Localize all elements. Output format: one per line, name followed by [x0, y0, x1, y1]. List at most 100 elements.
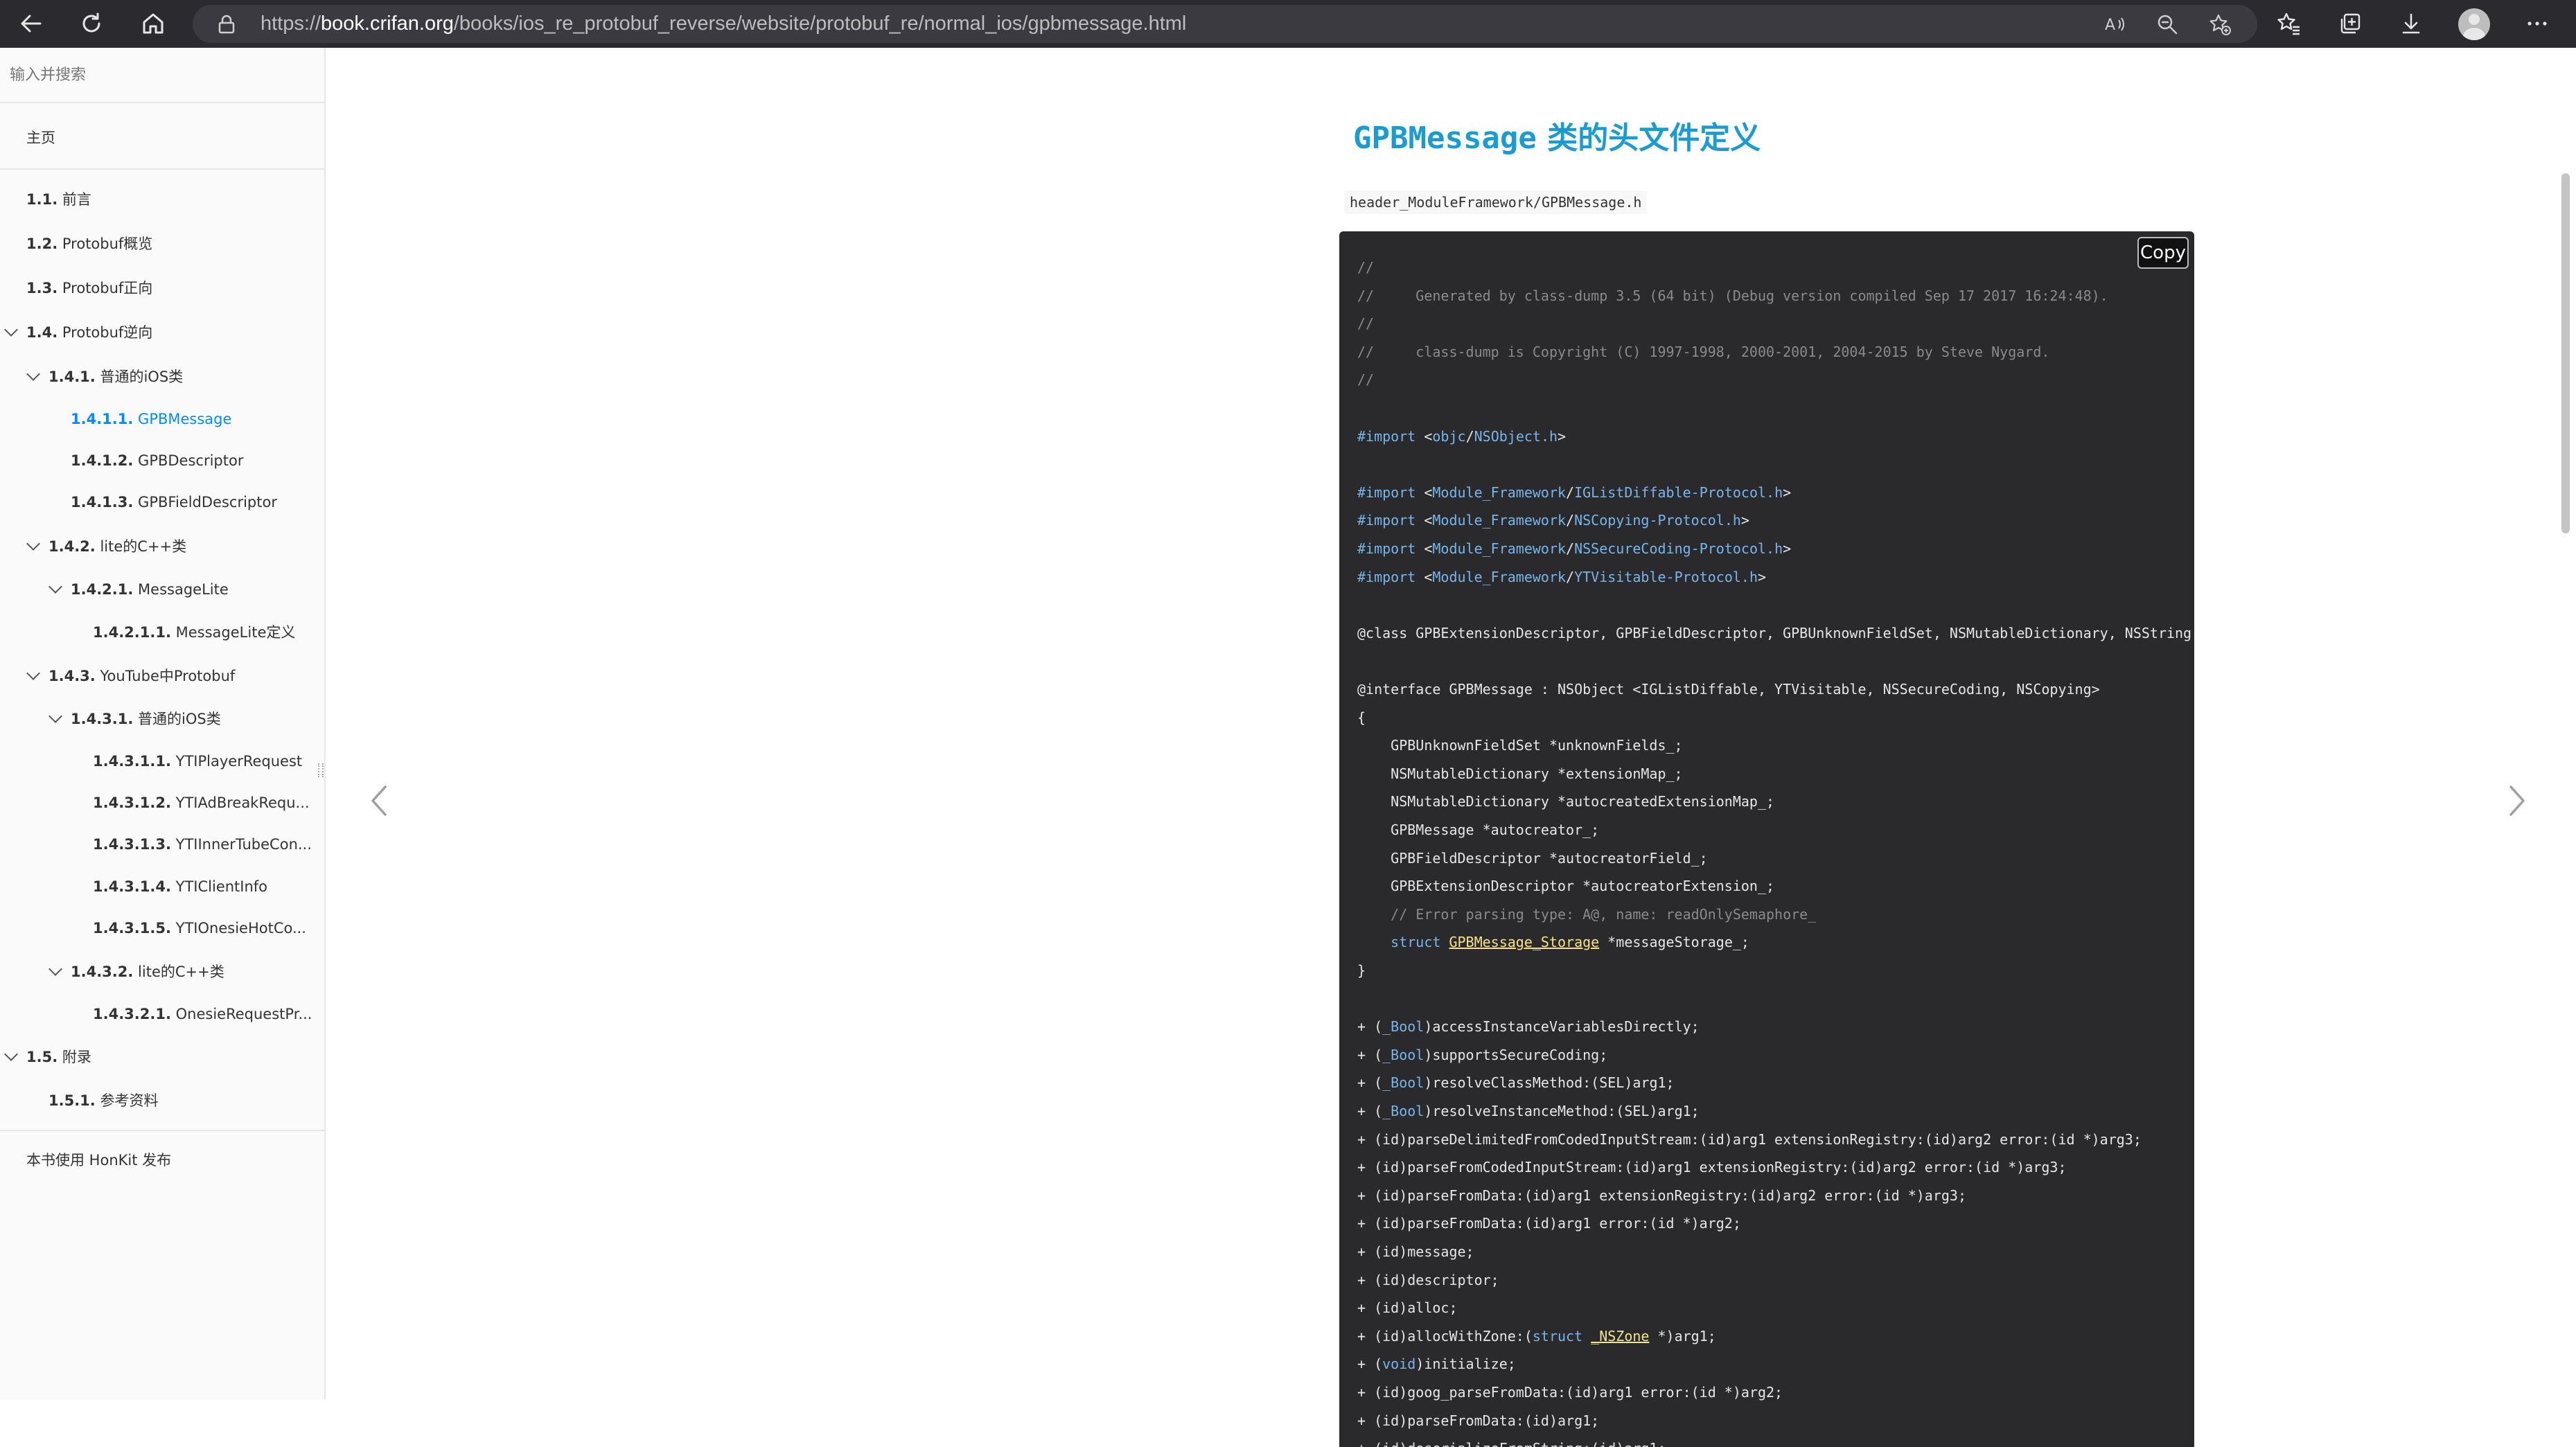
code-line: #import <Module_Framework/NSSecureCoding…: [1357, 540, 1792, 557]
sidebar-item-1-4-3-1-5[interactable]: 1.4.3.1.5. YTIOnesieHotCo...: [93, 913, 306, 943]
code-line: //: [1357, 259, 1375, 276]
chevron-down-icon[interactable]: [26, 666, 40, 680]
sidebar-item-1-4-1-3[interactable]: 1.4.1.3. GPBFieldDescriptor: [71, 487, 277, 517]
sidebar-item-1-5-1[interactable]: 1.5.1. 参考资料: [48, 1085, 158, 1116]
favorites-button[interactable]: [2274, 8, 2304, 39]
address-bar[interactable]: https://book.crifan.org/books/ios_re_pro…: [193, 5, 2257, 43]
item-label: 普通的iOS类: [138, 711, 221, 727]
code-line: + (id)descriptor;: [1357, 1271, 1499, 1288]
code-line: #import <objc/NSObject.h>: [1357, 427, 1567, 445]
code-line: // Generated by class-dump 3.5 (64 bit) …: [1357, 287, 2108, 304]
code-line: + (_Bool)resolveClassMethod:(SEL)arg1;: [1357, 1074, 1675, 1092]
item-number: 1.3.: [26, 280, 58, 296]
sidebar-item-1-4-3-1-4[interactable]: 1.4.3.1.4. YTIClientInfo: [93, 871, 267, 902]
sidebar-item-1-4-2-1[interactable]: 1.4.2.1. MessageLite: [71, 574, 229, 605]
chevron-down-icon[interactable]: [48, 580, 62, 594]
sidebar-item-1-4-2-1-1[interactable]: 1.4.2.1.1. MessageLite定义: [93, 617, 295, 648]
item-number: 1.4.1.3.: [71, 494, 134, 511]
item-label: MessageLite: [138, 581, 229, 598]
sidebar-footer-honkit[interactable]: 本书使用 HonKit 发布: [26, 1145, 171, 1175]
more-button[interactable]: [2522, 8, 2552, 39]
item-label: GPBDescriptor: [138, 452, 244, 469]
downloads-icon: [2402, 13, 2420, 34]
item-label: YTIClientInfo: [175, 878, 268, 895]
code-line: @class GPBExtensionDescriptor, GPBFieldD…: [1357, 624, 2194, 641]
downloads-button[interactable]: [2396, 8, 2426, 39]
sidebar-item-1-5[interactable]: 1.5. 附录: [26, 1042, 91, 1072]
read-aloud-icon[interactable]: A: [2103, 13, 2126, 35]
sidebar-item-1-4-3-2[interactable]: 1.4.3.2. lite的C++类: [71, 957, 224, 987]
search-box: [0, 48, 324, 103]
chevron-down-icon[interactable]: [48, 962, 62, 976]
back-button[interactable]: [14, 6, 48, 41]
item-number: 1.4.3.1.5.: [93, 920, 171, 936]
code-line: @interface GPBMessage : NSObject <IGList…: [1357, 681, 2100, 698]
item-number: 1.4.: [26, 324, 58, 341]
chevron-down-icon[interactable]: [26, 367, 40, 381]
code-line: + (id)parseDelimitedFromCodedInputStream…: [1357, 1130, 2142, 1148]
code-line: + (id)deserializeFromString:(id)arg1;: [1357, 1435, 1666, 1447]
code-line: + (id)alloc;: [1357, 1299, 1458, 1317]
item-label: YTIInnerTubeCon...: [175, 836, 312, 853]
code-line: + (_Bool)accessInstanceVariablesDirectly…: [1357, 1018, 1700, 1036]
code-line: GPBUnknownFieldSet *unknownFields_;: [1357, 737, 1683, 754]
sidebar-item-1-4-2[interactable]: 1.4.2. lite的C++类: [48, 531, 186, 562]
next-page-icon[interactable]: [2503, 780, 2530, 822]
item-label: lite的C++类: [100, 538, 187, 555]
sidebar-item-1-4-1-1[interactable]: 1.4.1.1. GPBMessage: [71, 404, 231, 434]
code-line: + (id)message;: [1357, 1243, 1474, 1260]
item-label: YouTube中Protobuf: [100, 668, 236, 684]
sidebar-divider: [0, 168, 324, 170]
profile-icon[interactable]: [2458, 8, 2490, 40]
item-number: 1.4.1.1.: [71, 411, 134, 427]
sidebar-item-1-4-1-2[interactable]: 1.4.1.2. GPBDescriptor: [71, 445, 243, 476]
sidebar-item-1-1[interactable]: 1.1. 前言: [26, 184, 91, 215]
search-input[interactable]: [8, 60, 309, 89]
item-label: OnesieRequestPr...: [175, 1006, 312, 1022]
chevron-down-icon[interactable]: [48, 709, 62, 723]
item-number: 1.4.3.1.: [71, 711, 134, 727]
code-line: #import <Module_Framework/IGListDiffable…: [1357, 483, 1792, 501]
item-label: YTIPlayerRequest: [175, 753, 303, 770]
chevron-down-icon[interactable]: [4, 1047, 18, 1061]
collections-button[interactable]: [2335, 8, 2365, 39]
code-line: }: [1357, 962, 1366, 979]
chevron-down-icon[interactable]: [4, 323, 18, 337]
home-icon: [143, 13, 164, 34]
url-text[interactable]: https://book.crifan.org/books/ios_re_pro…: [261, 5, 1186, 43]
item-number: 1.4.2.: [48, 538, 96, 555]
item-label: lite的C++类: [138, 964, 224, 980]
sidebar-resize-handle[interactable]: [318, 763, 324, 777]
copy-button[interactable]: Copy: [2137, 237, 2189, 269]
sidebar-item-1-3[interactable]: 1.3. Protobuf正向: [26, 273, 152, 303]
home-button[interactable]: [136, 6, 170, 41]
item-label: 前言: [62, 191, 91, 208]
lock-icon: [218, 15, 235, 34]
item-label: GPBFieldDescriptor: [138, 494, 277, 511]
sidebar-item-1-2[interactable]: 1.2. Protobuf概览: [26, 229, 152, 259]
item-number: 1.4.1.: [48, 369, 96, 385]
item-label: Protobuf正向: [62, 280, 153, 296]
book-summary-sidebar: 主页 1.1. 前言 1.2. Protobuf概览 1.3. Protobuf…: [0, 48, 326, 1399]
sidebar-item-1-4-3-2-1[interactable]: 1.4.3.2.1. OnesieRequestPr...: [93, 999, 312, 1029]
chevron-down-icon[interactable]: [26, 537, 40, 551]
sidebar-item-1-4-3[interactable]: 1.4.3. YouTube中Protobuf: [48, 661, 235, 691]
code-block[interactable]: Copy // // Generated by class-dump 3.5 (6…: [1339, 231, 2194, 1447]
code-line: //: [1357, 371, 1375, 389]
sidebar-item-1-4-3-1-1[interactable]: 1.4.3.1.1. YTIPlayerRequest: [93, 746, 302, 776]
zoom-icon[interactable]: [2156, 13, 2178, 35]
sidebar-item-1-4-3-1-3[interactable]: 1.4.3.1.3. YTIInnerTubeCon...: [93, 829, 312, 860]
sidebar-item-home[interactable]: 主页: [26, 123, 55, 153]
item-label: 附录: [62, 1049, 91, 1065]
sidebar-item-1-4-3-1-2[interactable]: 1.4.3.1.2. YTIAdBreakRequ...: [93, 788, 310, 818]
sidebar-item-1-4-1[interactable]: 1.4.1. 普通的iOS类: [48, 362, 183, 392]
page-scrollbar-thumb[interactable]: [2561, 173, 2570, 533]
sidebar-item-1-4-3-1[interactable]: 1.4.3.1. 普通的iOS类: [71, 704, 221, 734]
previous-page-icon[interactable]: [366, 780, 394, 822]
add-favorite-icon[interactable]: [2209, 13, 2231, 35]
code-line: {: [1357, 709, 1366, 726]
refresh-button[interactable]: [74, 6, 109, 41]
code-line: //: [1357, 315, 1375, 332]
sidebar-item-1-4[interactable]: 1.4. Protobuf逆向: [26, 317, 152, 348]
item-label: GPBMessage: [138, 411, 232, 427]
